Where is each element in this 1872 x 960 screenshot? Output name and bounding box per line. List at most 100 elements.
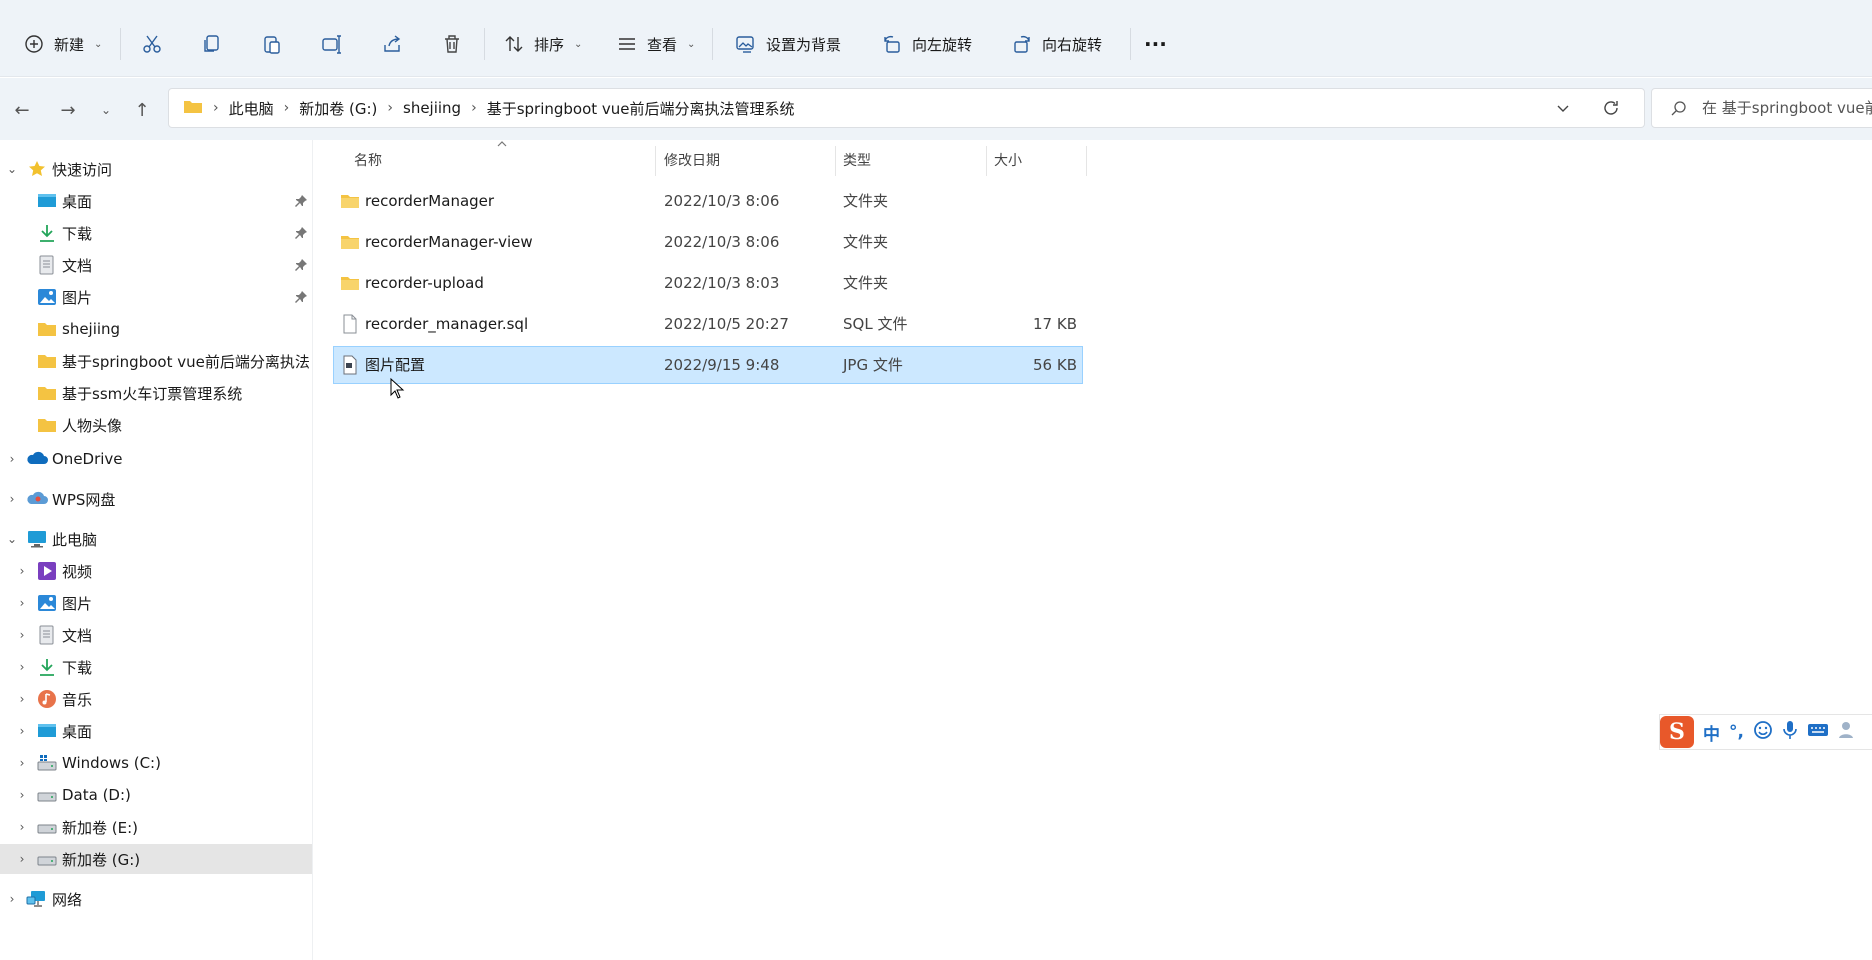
more-options-button[interactable]: ··· (1144, 28, 1167, 60)
sidebar-item-network[interactable]: › 网络 (0, 884, 312, 914)
emoji-icon[interactable] (1753, 720, 1773, 744)
sidebar-item-pc-downloads[interactable]: › 下载 (0, 652, 312, 682)
column-divider[interactable] (655, 146, 656, 176)
column-header-type[interactable]: 类型 (843, 146, 871, 176)
desktop-background-icon (734, 32, 758, 56)
file-date: 2022/10/3 8:06 (664, 192, 780, 210)
sidebar-item-avatars-folder[interactable]: 人物头像 (0, 410, 312, 440)
sidebar-item-shejiing[interactable]: shejiing (0, 314, 312, 344)
sidebar-item-drive-c[interactable]: › Windows (C:) (0, 748, 312, 778)
navigation-pane: ⌄ 快速访问 桌面 下载 文档 图片 shejiing 基于springboot… (0, 140, 313, 960)
sort-button[interactable]: 排序 ⌄ (502, 28, 582, 60)
file-name: recorder-upload (365, 274, 484, 292)
file-row[interactable]: recorder_manager.sql 2022/10/5 20:27 SQL… (334, 306, 1082, 342)
back-arrow-icon[interactable]: ← (10, 98, 34, 122)
search-input[interactable]: 在 基于springboot vue前 (1651, 88, 1872, 128)
sidebar-item-drive-g[interactable]: › 新加卷 (G:) (0, 844, 312, 874)
file-size: 56 KB (1033, 356, 1077, 374)
column-header-name[interactable]: 名称 (354, 146, 382, 176)
sidebar-item-label: WPS网盘 (52, 490, 116, 509)
onedrive-cloud-icon (26, 449, 48, 469)
star-icon (27, 159, 47, 179)
sidebar-item-this-pc[interactable]: ⌄ 此电脑 (0, 524, 312, 554)
pin-icon[interactable] (294, 194, 308, 208)
pin-icon[interactable] (294, 290, 308, 304)
sidebar-item-drive-e[interactable]: › 新加卷 (E:) (0, 812, 312, 842)
folder-icon (340, 191, 360, 211)
view-button[interactable]: 查看 ⌄ (615, 28, 695, 60)
ime-language-toggle[interactable]: 中 (1703, 720, 1720, 745)
file-row[interactable]: recorderManager 2022/10/3 8:06 文件夹 (334, 183, 1082, 219)
microphone-icon[interactable] (1782, 720, 1798, 744)
file-row[interactable]: recorderManager-view 2022/10/3 8:06 文件夹 (334, 224, 1082, 260)
document-icon (37, 255, 57, 275)
sidebar-item-pc-documents[interactable]: › 文档 (0, 620, 312, 650)
address-bar[interactable]: › 此电脑 › 新加卷 (G:) › shejiing › 基于springbo… (168, 88, 1645, 128)
sogou-logo-icon[interactable]: S (1660, 716, 1694, 748)
breadcrumb-current-folder[interactable]: 基于springboot vue前后端分离执法管理系统 (487, 98, 795, 119)
mouse-cursor-icon (390, 378, 405, 399)
up-arrow-icon[interactable]: ↑ (130, 98, 154, 122)
sidebar-item-pictures[interactable]: 图片 (0, 282, 312, 312)
ime-punctuation-toggle[interactable]: °, (1729, 722, 1744, 742)
chevron-right-icon: › (471, 100, 477, 116)
sidebar-item-onedrive[interactable]: › OneDrive (0, 444, 312, 474)
rotate-right-button[interactable]: 向右旋转 (1010, 28, 1102, 60)
computer-icon (26, 529, 46, 549)
delete-button[interactable] (440, 28, 464, 60)
command-bar: 新建 ⌄ 排序 ⌄ 查看 ⌄ 设置为背景 向左旋转 向右旋转 ··· (0, 6, 1872, 77)
address-row: ← → ⌄ ↑ › 此电脑 › 新加卷 (G:) › shejiing › 基于… (0, 78, 1872, 140)
sidebar-item-wps-cloud[interactable]: › WPS网盘 (0, 484, 312, 514)
sidebar-item-pc-desktop[interactable]: › 桌面 (0, 716, 312, 746)
chevron-right-icon: › (9, 492, 15, 506)
breadcrumb-shejiing[interactable]: shejiing (403, 99, 461, 117)
sidebar-item-drive-d[interactable]: › Data (D:) (0, 780, 312, 810)
share-button[interactable] (380, 28, 404, 60)
sidebar-item-pc-pictures[interactable]: › 图片 (0, 588, 312, 618)
new-button[interactable]: 新建 ⌄ (22, 28, 102, 60)
sidebar-item-videos[interactable]: › 视频 (0, 556, 312, 586)
sidebar-item-springboot-folder[interactable]: 基于springboot vue前后端分离执法 (0, 346, 312, 376)
column-header-date[interactable]: 修改日期 (664, 146, 720, 176)
column-divider[interactable] (1086, 146, 1087, 176)
pin-icon[interactable] (294, 226, 308, 240)
column-divider[interactable] (986, 146, 987, 176)
sidebar-item-downloads[interactable]: 下载 (0, 218, 312, 248)
paste-button[interactable] (260, 28, 284, 60)
address-history-dropdown[interactable] (1552, 97, 1574, 119)
rotate-left-button[interactable]: 向左旋转 (880, 28, 972, 60)
search-placeholder: 在 基于springboot vue前 (1702, 99, 1872, 117)
clipboard-icon (260, 32, 284, 56)
rotate-left-icon (880, 32, 904, 56)
file-size: 17 KB (1033, 315, 1077, 333)
windows-drive-icon (37, 753, 57, 773)
sidebar-item-label: Data (D:) (62, 786, 131, 804)
keyboard-icon[interactable] (1807, 722, 1829, 742)
pin-icon[interactable] (294, 258, 308, 272)
breadcrumb-this-pc[interactable]: 此电脑 (229, 98, 274, 119)
sidebar-item-quick-access[interactable]: ⌄ 快速访问 (0, 154, 312, 184)
folder-icon (183, 98, 203, 118)
sidebar-item-music[interactable]: › 音乐 (0, 684, 312, 714)
refresh-icon[interactable] (1600, 97, 1622, 119)
set-background-button[interactable]: 设置为背景 (734, 28, 841, 60)
recent-locations-chevron-icon[interactable]: ⌄ (94, 98, 118, 122)
rename-button[interactable] (320, 28, 344, 60)
file-row-selected[interactable]: 图片配置 2022/9/15 9:48 JPG 文件 56 KB (333, 346, 1083, 384)
pictures-icon (37, 287, 57, 307)
sidebar-item-documents[interactable]: 文档 (0, 250, 312, 280)
sidebar-item-label: 音乐 (62, 690, 93, 709)
chevron-right-icon: › (387, 100, 393, 116)
cut-button[interactable] (140, 28, 164, 60)
column-divider[interactable] (835, 146, 836, 176)
sidebar-item-desktop[interactable]: 桌面 (0, 186, 312, 216)
breadcrumb-drive-g[interactable]: 新加卷 (G:) (299, 98, 377, 119)
wps-cloud-icon (26, 489, 48, 509)
copy-button[interactable] (200, 28, 224, 60)
file-row[interactable]: recorder-upload 2022/10/3 8:03 文件夹 (334, 265, 1082, 301)
user-settings-icon[interactable] (1838, 720, 1860, 744)
sidebar-item-ssm-folder[interactable]: 基于ssm火车订票管理系统 (0, 378, 312, 408)
forward-arrow-icon[interactable]: → (56, 98, 80, 122)
drive-icon (37, 817, 57, 837)
column-header-size[interactable]: 大小 (994, 146, 1022, 176)
